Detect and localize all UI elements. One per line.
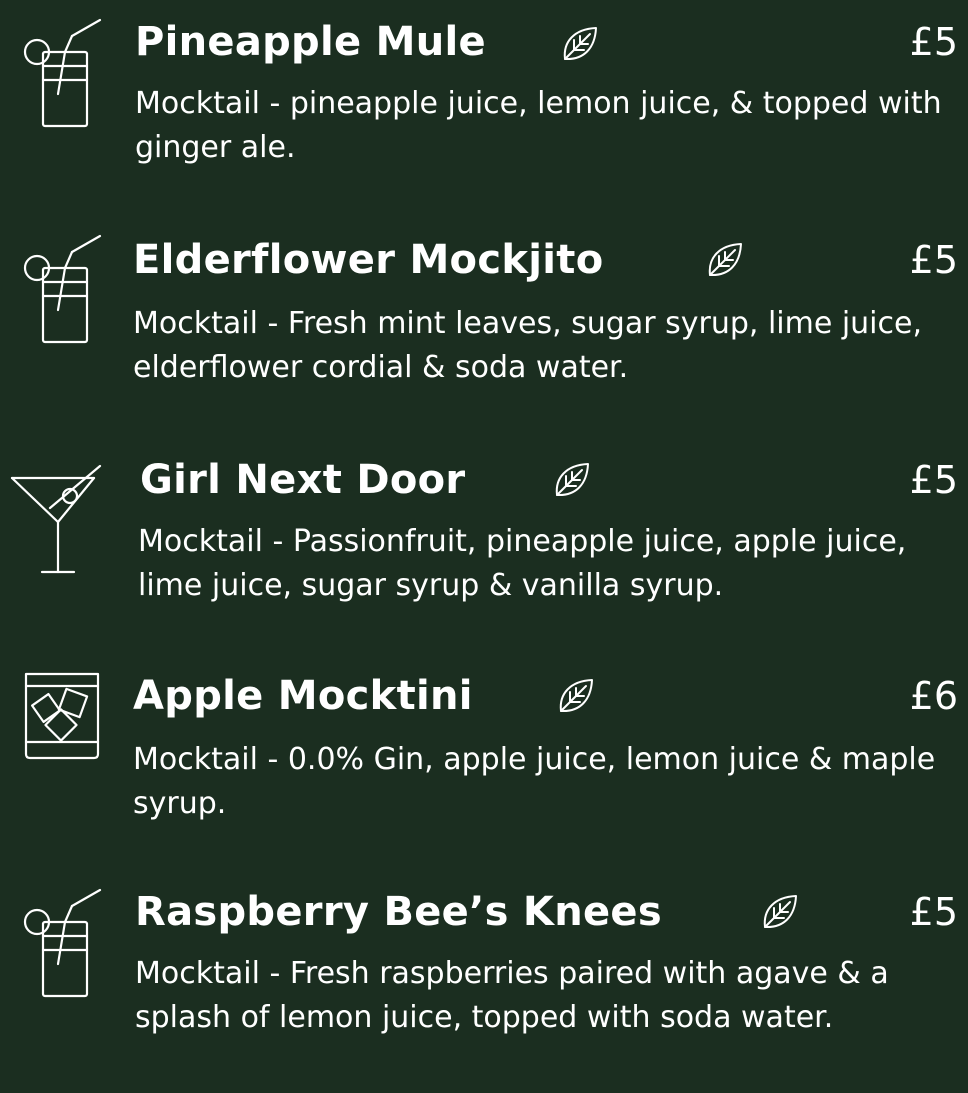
item-price: £5 bbox=[909, 238, 958, 282]
item-description: Mocktail - Fresh mint leaves, sugar syru… bbox=[133, 306, 923, 385]
item-price: £5 bbox=[909, 458, 958, 502]
leaf-icon bbox=[760, 892, 800, 932]
item-name: Elderflower Mockjito bbox=[133, 237, 604, 283]
highball-straw-icon bbox=[22, 14, 102, 130]
item-description: Mocktail - 0.0% Gin, apple juice, lemon … bbox=[133, 742, 936, 821]
highball-straw-icon bbox=[22, 230, 102, 346]
item-description: Mocktail - Passionfruit, pineapple juice… bbox=[138, 524, 907, 603]
item-price: £5 bbox=[909, 890, 958, 934]
item-name: Raspberry Bee’s Knees bbox=[135, 889, 662, 935]
item-price: £5 bbox=[909, 20, 958, 64]
leaf-icon bbox=[556, 676, 596, 716]
leaf-icon bbox=[560, 24, 600, 64]
leaf-icon bbox=[705, 240, 745, 280]
martini-glass-icon bbox=[10, 448, 110, 578]
leaf-icon bbox=[552, 460, 592, 500]
item-description: Mocktail - pineapple juice, lemon juice,… bbox=[135, 86, 942, 165]
item-name: Girl Next Door bbox=[140, 457, 466, 503]
highball-straw-icon bbox=[22, 884, 102, 1000]
item-name: Apple Mocktini bbox=[133, 673, 473, 719]
item-price: £6 bbox=[909, 674, 958, 718]
item-description: Mocktail - Fresh raspberries paired with… bbox=[135, 956, 889, 1035]
item-name: Pineapple Mule bbox=[135, 19, 486, 65]
rocks-glass-ice-icon bbox=[22, 670, 102, 760]
